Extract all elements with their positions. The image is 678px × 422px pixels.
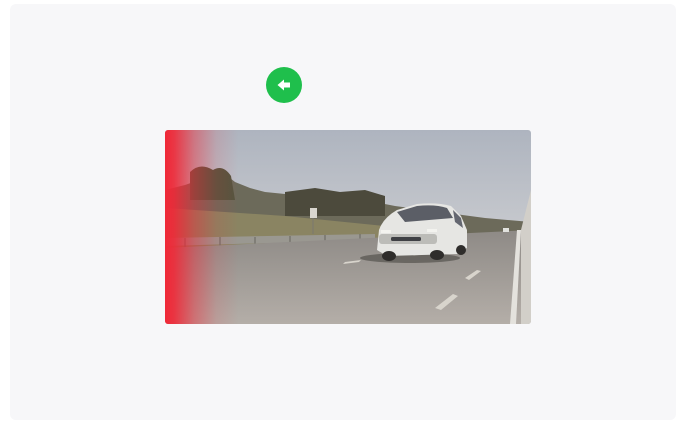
red-gradient-overlay <box>165 130 531 324</box>
road-photo <box>165 130 531 324</box>
arrow-left-icon <box>277 79 290 91</box>
content-card <box>10 4 676 420</box>
back-button[interactable] <box>266 67 302 103</box>
